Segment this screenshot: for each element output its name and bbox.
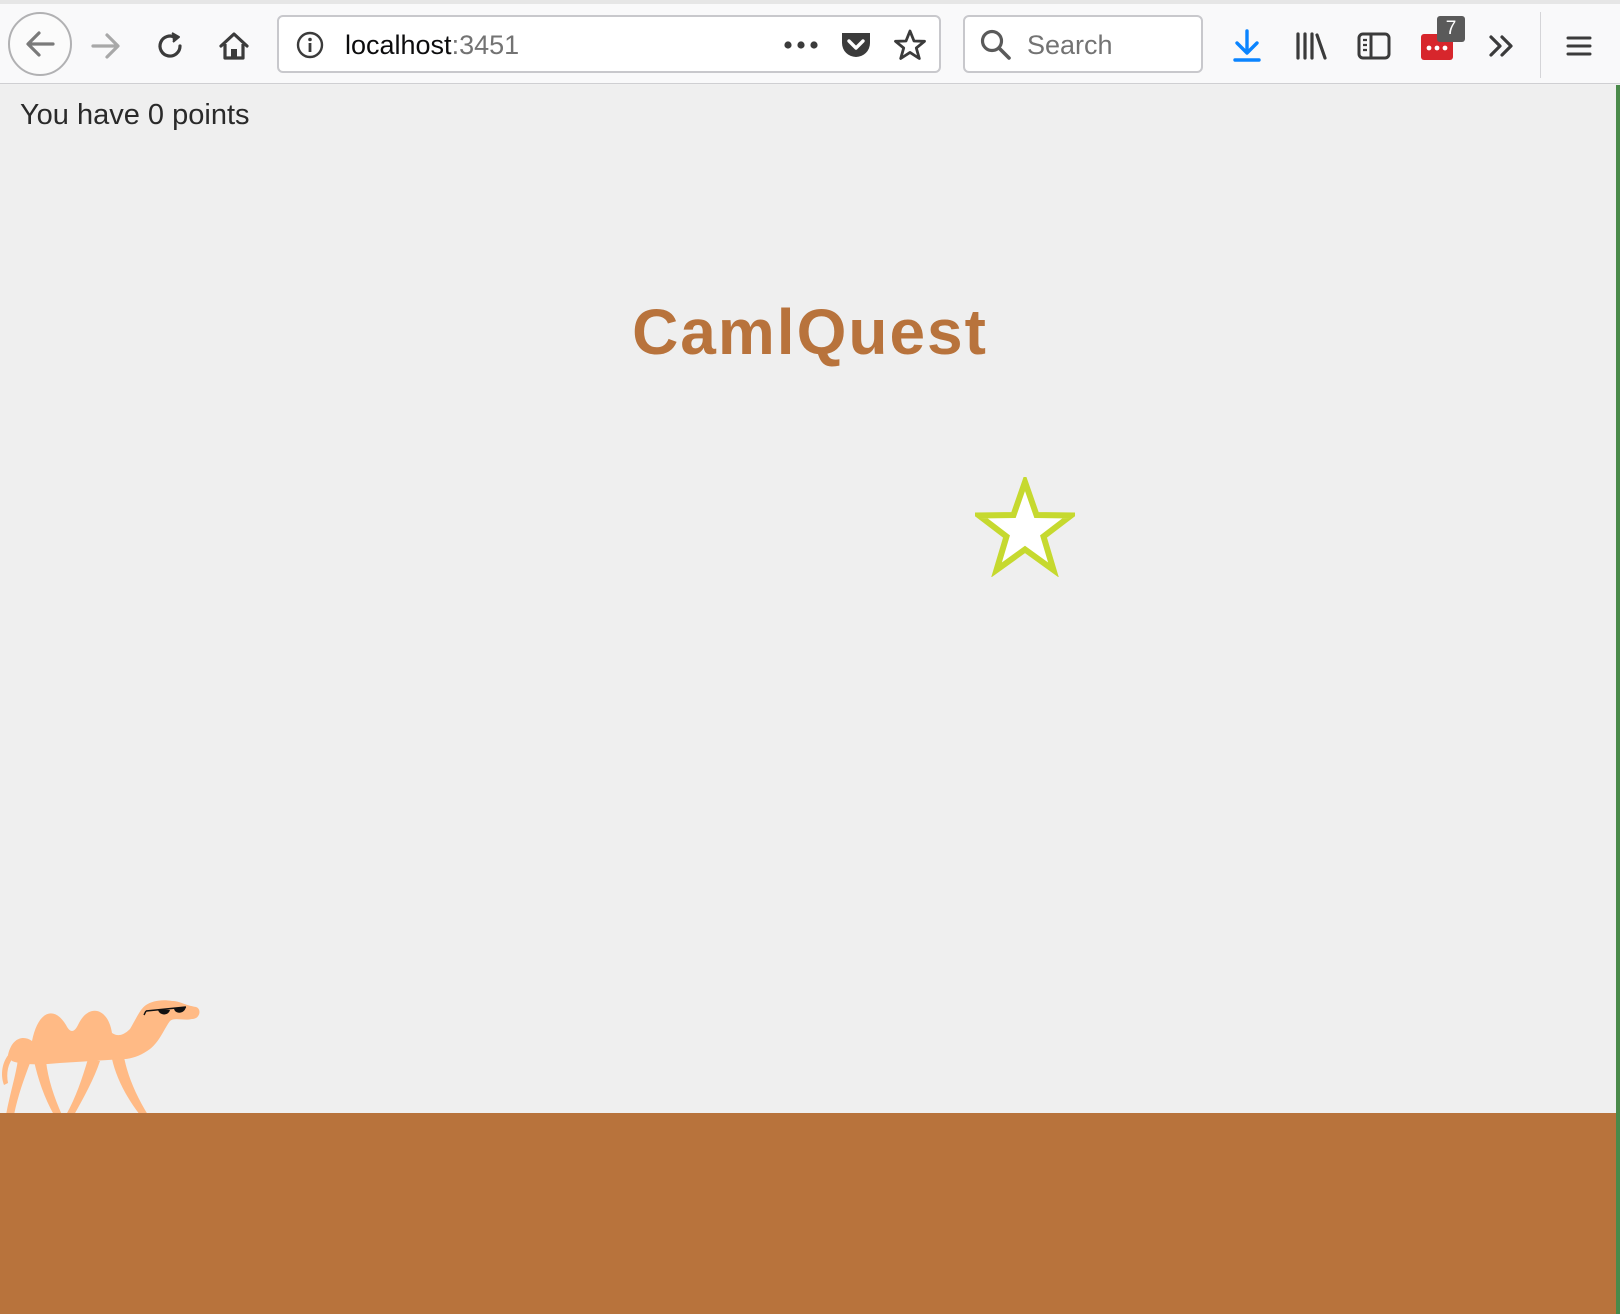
search-bar[interactable]: Search (963, 15, 1203, 73)
overflow-button[interactable] (1474, 18, 1530, 74)
extension-badge: 7 (1437, 16, 1465, 42)
reload-icon (158, 32, 182, 58)
forward-arrow-icon (91, 33, 120, 59)
back-arrow-icon (26, 31, 55, 57)
collectible-star-icon (975, 477, 1075, 577)
info-icon[interactable] (295, 30, 325, 60)
hamburger-menu-icon (1566, 36, 1592, 56)
download-arrow-icon (1233, 29, 1261, 62)
menu-button[interactable] (1551, 18, 1607, 74)
reload-button[interactable] (142, 18, 198, 74)
window-edge (1616, 85, 1620, 1314)
camel-player-icon (2, 1000, 200, 1115)
double-chevron-icon (1489, 35, 1513, 57)
star-bookmark-icon[interactable] (893, 28, 927, 62)
url-text[interactable]: localhost:3451 (345, 30, 519, 61)
browser-window: localhost:3451 Search 7 You have 0 point… (0, 0, 1620, 1314)
library-icon (1296, 32, 1327, 60)
forward-button[interactable] (78, 18, 134, 74)
score-text: You have 0 points (20, 99, 250, 131)
downloads-button[interactable] (1219, 18, 1275, 74)
game-page[interactable]: You have 0 points CamlQuest (0, 85, 1620, 1314)
desert-ground (0, 1113, 1620, 1314)
navigation-toolbar: localhost:3451 Search 7 (0, 4, 1620, 84)
pocket-icon[interactable] (839, 29, 873, 61)
library-button[interactable] (1283, 18, 1339, 74)
search-icon (980, 29, 1011, 60)
url-host: localhost (345, 30, 452, 60)
sidebar-icon (1357, 32, 1391, 60)
search-input[interactable]: Search (1027, 30, 1113, 61)
more-dots-icon[interactable] (783, 37, 819, 53)
back-button[interactable] (8, 12, 72, 76)
home-button[interactable] (206, 18, 262, 74)
url-port: :3451 (451, 30, 520, 60)
url-bar[interactable]: localhost:3451 (277, 15, 941, 73)
home-icon (219, 32, 249, 60)
toolbar-divider (1540, 12, 1541, 78)
game-title: CamlQuest (632, 296, 988, 368)
sidebar-button[interactable] (1346, 18, 1402, 74)
